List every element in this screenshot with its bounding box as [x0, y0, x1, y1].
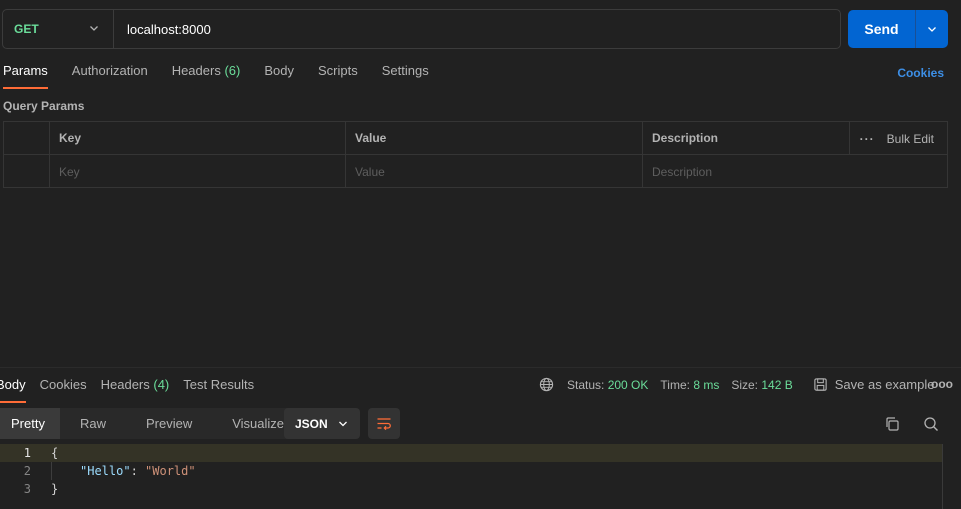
bulk-edit-button[interactable]: ··· Bulk Edit	[860, 132, 934, 146]
response-view-toolbar: Pretty Raw Preview Visualize JSON	[0, 408, 961, 440]
chevron-down-icon	[90, 26, 98, 31]
format-label: JSON	[295, 416, 328, 431]
method-select[interactable]: GET	[3, 10, 114, 48]
tab-settings[interactable]: Settings	[382, 63, 429, 89]
code-text: "Hello": "World"	[80, 462, 196, 480]
tab-label: Settings	[381, 63, 429, 78]
copy-icon[interactable]	[884, 416, 900, 432]
column-header-key: Key	[49, 122, 345, 154]
format-select[interactable]: JSON	[284, 408, 360, 439]
more-options-icon[interactable]: ooo	[931, 377, 953, 391]
status-label: Status:	[567, 377, 605, 392]
time-value[interactable]: 8 ms	[693, 378, 719, 392]
param-key-input[interactable]: Key	[49, 155, 345, 188]
tab-authorization[interactable]: Authorization	[72, 63, 148, 89]
view-mode-segmented: Pretty Raw Preview Visualize	[0, 408, 305, 439]
code-line: 3 }	[0, 480, 942, 498]
line-number: 1	[23, 446, 31, 460]
json-key: "Hello"	[80, 464, 131, 478]
size-value[interactable]: 142 B	[761, 378, 792, 392]
tab-label: Test Results	[183, 377, 255, 392]
response-tabs: Body Cookies Headers (4) Test Results	[0, 377, 268, 403]
tab-label: Body	[0, 377, 26, 392]
size-label: Size:	[731, 377, 759, 392]
column-header-description: Description	[642, 122, 849, 154]
response-meta: Status: 200 OK Time: 8 ms Size: 142 B Sa…	[539, 377, 934, 392]
param-value-input[interactable]: Value	[345, 155, 642, 188]
headers-count-badge: (4)	[153, 377, 170, 392]
view-mode-preview[interactable]: Preview	[126, 408, 212, 439]
view-mode-raw[interactable]: Raw	[60, 408, 126, 439]
send-button[interactable]: Send	[848, 10, 948, 48]
request-tabs: Params Authorization Headers (6) Body Sc…	[3, 63, 453, 89]
globe-icon[interactable]	[539, 377, 554, 392]
column-header-value: Value	[345, 122, 642, 154]
tab-label: Cookies	[39, 377, 87, 392]
wrap-lines-button[interactable]	[368, 408, 400, 439]
view-mode-pretty[interactable]: Pretty	[0, 408, 60, 439]
code-text: {	[51, 446, 59, 460]
tab-label: Headers	[171, 63, 221, 78]
scrollbar[interactable]	[942, 444, 943, 509]
json-value: "World"	[145, 464, 196, 478]
save-as-example-label: Save as example	[834, 377, 935, 392]
save-icon	[814, 378, 827, 391]
tab-headers[interactable]: Headers (6)	[172, 63, 241, 89]
query-params-table: Key Value Description ··· Bulk Edit Key …	[3, 121, 948, 188]
table-header-row: Key Value Description ··· Bulk Edit	[4, 122, 947, 155]
code-text: }	[51, 482, 59, 496]
wrap-lines-icon	[377, 417, 391, 430]
chevron-down-icon	[339, 421, 347, 427]
response-body-editor[interactable]: 1 { 2 "Hello": "World" 3 }	[0, 444, 961, 509]
more-icon: ···	[859, 132, 875, 146]
tab-label: Scripts	[317, 63, 358, 78]
line-number: 2	[23, 464, 31, 478]
code-line: 2 "Hello": "World"	[0, 462, 942, 480]
send-options-button[interactable]	[916, 24, 948, 34]
cookies-link[interactable]: Cookies	[897, 66, 944, 80]
headers-count-badge: (6)	[224, 63, 241, 78]
response-tab-test-results[interactable]: Test Results	[183, 377, 254, 392]
query-params-title: Query Params	[3, 99, 85, 113]
response-tab-headers[interactable]: Headers (4)	[101, 377, 170, 392]
tab-label: Authorization	[71, 63, 148, 78]
tab-scripts[interactable]: Scripts	[318, 63, 358, 89]
status-value[interactable]: 200 OK	[608, 378, 649, 392]
send-label: Send	[864, 21, 899, 37]
search-icon[interactable]	[923, 416, 939, 432]
method-label: GET	[14, 22, 39, 36]
save-as-example-button[interactable]: Save as example	[813, 377, 935, 392]
url-bar: GET	[2, 9, 841, 49]
tab-label: Params	[3, 63, 48, 78]
tab-body[interactable]: Body	[264, 63, 294, 89]
response-bar: Body Cookies Headers (4) Test Results St…	[0, 367, 961, 403]
bulk-edit-label: Bulk Edit	[886, 132, 934, 146]
response-tab-cookies[interactable]: Cookies	[40, 377, 87, 392]
time-label: Time:	[660, 377, 690, 392]
url-input[interactable]	[127, 21, 827, 37]
tab-label: Headers	[100, 377, 150, 392]
tab-params[interactable]: Params	[3, 63, 48, 89]
tab-label: Body	[264, 63, 294, 78]
response-tab-body[interactable]: Body	[0, 377, 26, 403]
table-row: Key Value Description	[4, 155, 947, 188]
json-separator: :	[130, 464, 146, 478]
param-description-input[interactable]: Description	[642, 155, 947, 188]
line-number: 3	[23, 482, 31, 496]
chevron-down-icon	[928, 27, 936, 32]
code-line: 1 {	[0, 444, 942, 462]
